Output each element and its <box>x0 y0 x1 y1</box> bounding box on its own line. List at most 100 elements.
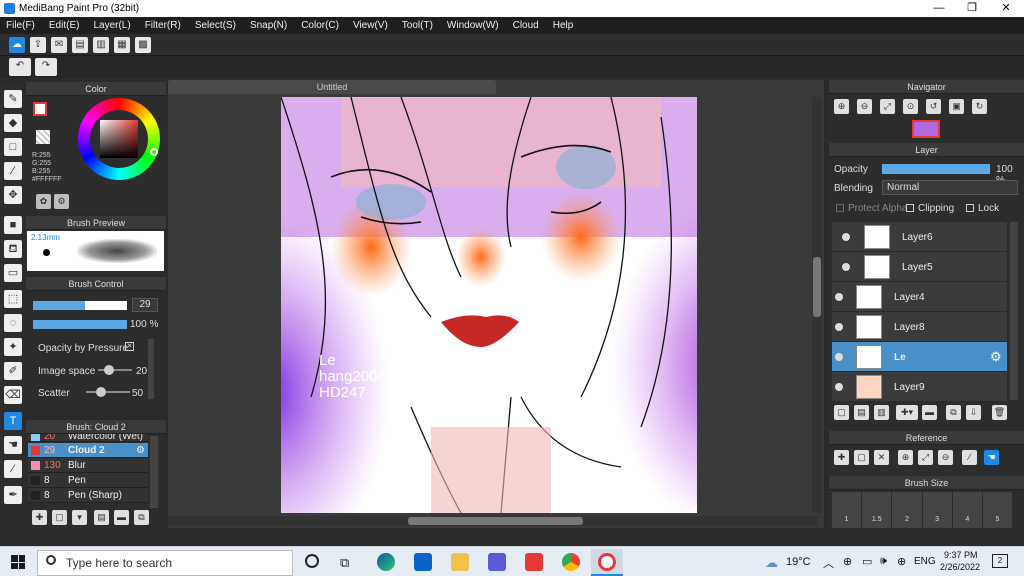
select-eraser-icon[interactable]: ⌫ <box>4 386 22 404</box>
grid-view-icon[interactable]: ▦ <box>114 37 130 53</box>
duplicate-layer-icon[interactable]: ⧉ <box>946 405 961 420</box>
new-brush-icon[interactable]: ▢ <box>52 510 67 525</box>
menu-window[interactable]: Window(W) <box>447 20 499 31</box>
brush-props-icon[interactable]: ▤ <box>94 510 109 525</box>
brush-menu-icon[interactable]: ▾ <box>72 510 87 525</box>
layer-opacity-slider[interactable] <box>882 164 990 174</box>
brush-item[interactable]: 20 Watercolor (Wet) <box>28 434 148 442</box>
menu-help[interactable]: Help <box>553 20 574 31</box>
taskbar-search-box[interactable]: Type here to search <box>37 550 293 576</box>
reference-open-icon[interactable]: ✚ <box>834 450 849 465</box>
brush-folder-icon[interactable]: ▬ <box>114 510 129 525</box>
brush-control-scrollbar[interactable] <box>148 339 154 399</box>
undo-icon[interactable]: ↶ <box>9 58 31 76</box>
redo-icon[interactable]: ↷ <box>35 58 57 76</box>
magic-wand-icon[interactable]: ✦ <box>4 338 22 356</box>
clipping-checkbox[interactable] <box>906 204 914 212</box>
notification-icon[interactable]: 2 <box>992 554 1008 568</box>
color-palette-icon[interactable]: ✿ <box>36 194 51 209</box>
share-icon[interactable]: ⇪ <box>30 37 46 53</box>
size-value[interactable]: 29 <box>132 298 158 312</box>
move-tool-icon[interactable]: ✥ <box>4 186 22 204</box>
message-icon[interactable]: ▤ <box>72 37 88 53</box>
vertical-scrollbar[interactable] <box>812 97 822 513</box>
shape-tool-icon[interactable]: □ <box>4 138 22 156</box>
brush-item[interactable]: 8 Pen <box>28 473 148 488</box>
visibility-eye-icon[interactable] <box>835 293 843 301</box>
blending-select[interactable]: Normal <box>882 180 1018 195</box>
opacity-slider[interactable] <box>33 320 127 329</box>
bucket-tool-icon[interactable]: ⛾ <box>4 240 22 258</box>
close-button[interactable]: ✕ <box>989 0 1023 17</box>
transparent-swatch[interactable] <box>36 130 50 144</box>
brush-list-scrollbar[interactable] <box>150 436 158 508</box>
brush-size-option[interactable]: 1.5 <box>862 492 893 528</box>
reference-zoom-in-icon[interactable]: ⊕ <box>898 450 913 465</box>
protect-alpha-checkbox[interactable] <box>836 204 844 212</box>
gradient-tool-icon[interactable]: ▭ <box>4 264 22 282</box>
reference-zoom-out-icon[interactable]: ⊖ <box>938 450 953 465</box>
hue-handle[interactable] <box>150 148 158 156</box>
comment-icon[interactable]: ✉ <box>51 37 67 53</box>
windows-start-icon[interactable] <box>11 555 25 569</box>
layer-row-selected[interactable]: Le ⚙ <box>832 342 1007 372</box>
tray-chevron-icon[interactable]: ︿ <box>823 555 834 571</box>
layer-row[interactable]: Layer9 <box>832 372 1007 402</box>
store-icon[interactable] <box>488 553 506 571</box>
new-8bit-layer-icon[interactable]: ▥ <box>874 405 889 420</box>
horizontal-scrollbar[interactable] <box>168 516 818 526</box>
menu-view[interactable]: View(V) <box>353 20 388 31</box>
network-icon[interactable]: ⊕ <box>897 555 906 568</box>
cortana-icon[interactable] <box>305 554 319 568</box>
saturation-square[interactable] <box>100 120 138 158</box>
tiles-icon[interactable]: ▩ <box>135 37 151 53</box>
document-tab[interactable]: Untitled <box>168 80 496 94</box>
app-icon-red[interactable] <box>525 553 543 571</box>
reference-hand-icon[interactable]: ☚ <box>984 450 999 465</box>
fit-icon[interactable]: ⤢ <box>880 99 895 114</box>
reset-view-icon[interactable]: ▣ <box>949 99 964 114</box>
delete-layer-icon[interactable]: 🗑 <box>992 405 1007 420</box>
brush-copy-icon[interactable]: ⧉ <box>134 510 149 525</box>
reference-eyedropper-icon[interactable]: ⁄ <box>962 450 977 465</box>
lock-checkbox[interactable] <box>966 204 974 212</box>
eraser-tool-icon[interactable]: ◆ <box>4 114 22 132</box>
cloud-icon[interactable]: ☁ <box>9 37 25 53</box>
layer-folder-icon[interactable]: ▬ <box>922 405 937 420</box>
weather-temp[interactable]: 19°C <box>786 556 811 568</box>
layer-settings-gear-icon[interactable]: ⚙ <box>990 349 1002 365</box>
brush-size-option[interactable]: 3 <box>923 492 953 528</box>
layer-row[interactable]: Layer5 <box>832 252 1007 282</box>
brush-size-option[interactable]: 4 <box>953 492 983 528</box>
clock-time[interactable]: 9:37 PM <box>944 550 978 560</box>
menu-tool[interactable]: Tool(T) <box>402 20 433 31</box>
menu-cloud[interactable]: Cloud <box>513 20 539 31</box>
mail-icon[interactable] <box>414 553 432 571</box>
chrome-icon[interactable] <box>562 553 580 571</box>
rotate-right-icon[interactable]: ↻ <box>972 99 987 114</box>
new-layer-icon[interactable]: ▢ <box>834 405 849 420</box>
hue-wheel[interactable] <box>78 98 160 180</box>
volume-icon[interactable]: 🕪 <box>880 555 887 568</box>
menu-layer[interactable]: Layer(L) <box>93 20 130 31</box>
brush-tool-icon[interactable]: ✎ <box>4 90 22 108</box>
visibility-eye-icon[interactable] <box>835 353 843 361</box>
medibang-icon[interactable] <box>598 553 616 571</box>
merge-layer-icon[interactable]: ⇩ <box>966 405 981 420</box>
scatter-slider[interactable] <box>86 387 130 397</box>
line-tool-icon[interactable]: ∕ <box>4 162 22 180</box>
input-language[interactable]: ENG <box>914 556 936 567</box>
layer-row[interactable]: Layer8 <box>832 312 1007 342</box>
primary-color-swatch[interactable] <box>33 102 47 116</box>
visibility-eye-icon[interactable] <box>835 323 843 331</box>
menu-edit[interactable]: Edit(E) <box>49 20 80 31</box>
zoom-out-icon[interactable]: ⊖ <box>857 99 872 114</box>
add-brush-icon[interactable]: ✚ <box>32 510 47 525</box>
fill-rect-tool-icon[interactable]: ■ <box>4 216 22 234</box>
rotate-left-icon[interactable]: ↺ <box>926 99 941 114</box>
brush-settings-gear-icon[interactable]: ⚙ <box>136 443 145 458</box>
eyedropper-tool-icon[interactable]: ⁄ <box>4 460 22 478</box>
pen-tool-icon[interactable]: ✒ <box>4 486 22 504</box>
brush-size-option[interactable]: 2 <box>892 492 923 528</box>
maximize-button[interactable]: ❐ <box>955 0 989 17</box>
